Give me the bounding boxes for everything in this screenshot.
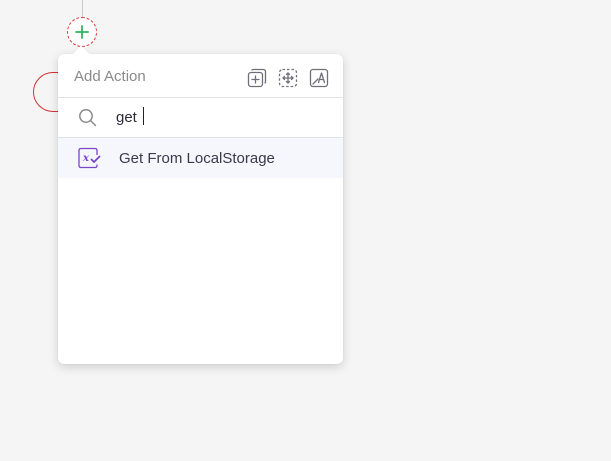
select-move-icon[interactable]	[277, 67, 298, 88]
add-action-button[interactable]	[67, 17, 97, 47]
text-cursor	[143, 107, 144, 125]
text-image-icon[interactable]	[308, 67, 329, 88]
list-item[interactable]: x Get From LocalStorage	[58, 138, 343, 178]
variable-function-icon: x	[77, 146, 101, 170]
svg-text:x: x	[82, 153, 90, 164]
popup-header: Add Action	[58, 54, 343, 98]
plus-icon	[75, 25, 89, 39]
popup-title: Add Action	[74, 68, 146, 85]
header-icon-group	[246, 63, 329, 88]
result-label: Get From LocalStorage	[119, 149, 275, 167]
search-input[interactable]	[116, 109, 316, 126]
workflow-canvas[interactable]: Add Action get x Get From LocalStorage	[0, 0, 611, 461]
add-block-icon[interactable]	[246, 67, 267, 88]
search-row	[58, 98, 343, 138]
add-action-popup: Add Action get x Get From LocalStorage	[58, 45, 343, 364]
search-icon	[77, 108, 97, 128]
connector-line	[82, 0, 83, 17]
